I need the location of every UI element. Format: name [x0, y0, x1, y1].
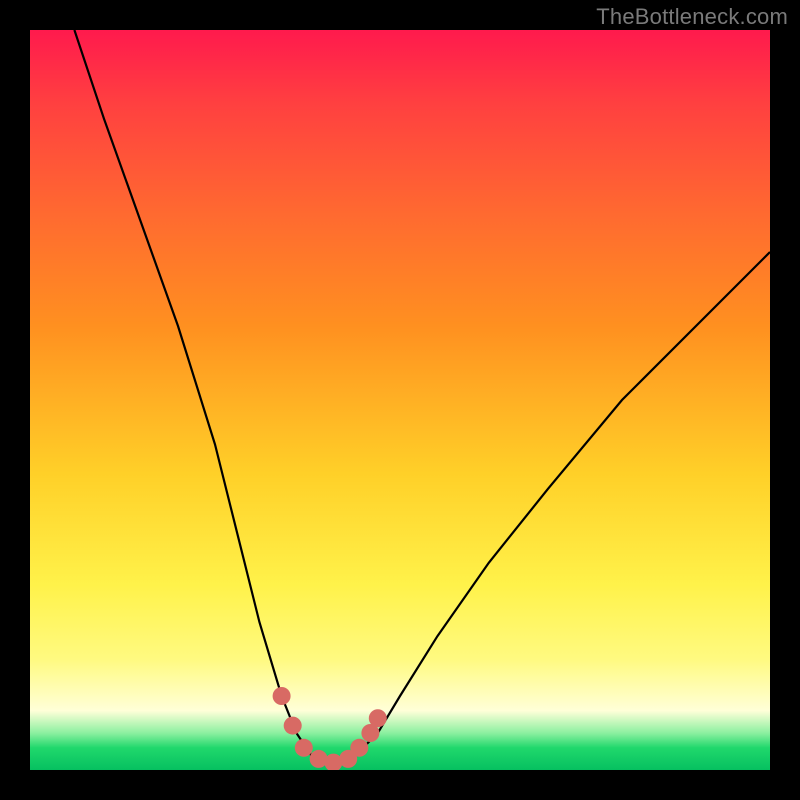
bottleneck-curve: [74, 30, 770, 763]
highlight-dot: [295, 739, 313, 757]
highlight-dot: [284, 717, 302, 735]
plot-area: [30, 30, 770, 770]
highlight-dot: [273, 687, 291, 705]
watermark-text: TheBottleneck.com: [596, 4, 788, 30]
chart-frame: TheBottleneck.com: [0, 0, 800, 800]
highlight-dots: [273, 687, 387, 770]
highlight-dot: [369, 709, 387, 727]
highlight-dot: [350, 739, 368, 757]
chart-svg: [30, 30, 770, 770]
